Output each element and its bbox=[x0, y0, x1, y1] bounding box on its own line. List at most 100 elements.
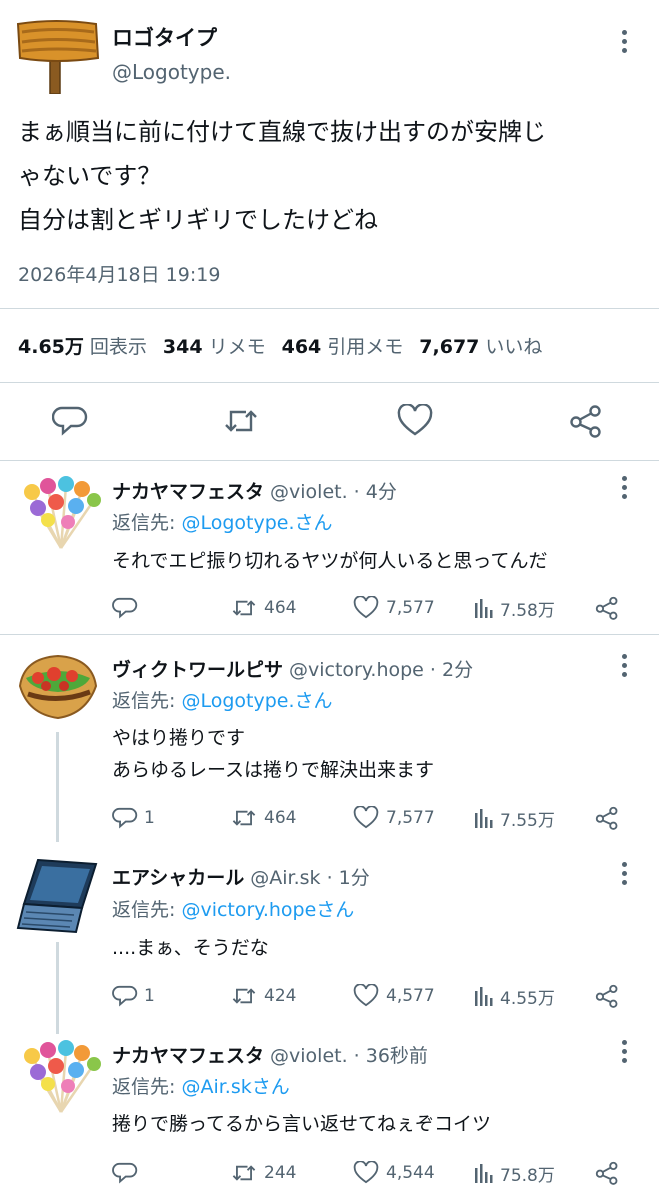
avatar[interactable] bbox=[16, 856, 102, 934]
share-button[interactable] bbox=[594, 593, 620, 623]
views-button[interactable]: 4.55万 bbox=[474, 981, 555, 1011]
like-count: 4,544 bbox=[386, 1163, 435, 1183]
likes-stat[interactable]: 7,677 いいね bbox=[419, 332, 542, 359]
reply-actions: 1 424 4,577 4.55万 bbox=[112, 981, 632, 1011]
reply-button[interactable]: 1 bbox=[112, 803, 155, 833]
repost-arrows-icon bbox=[232, 1165, 256, 1181]
repost-arrows-icon bbox=[232, 988, 256, 1004]
bar-chart-icon bbox=[475, 809, 493, 828]
bar-chart-icon bbox=[475, 599, 493, 618]
views-stat[interactable]: 4.65万 回表示 bbox=[18, 332, 147, 359]
avatar[interactable] bbox=[14, 18, 100, 95]
speech-bubble-icon bbox=[51, 406, 88, 436]
quote-value: 464 bbox=[281, 336, 322, 358]
author-name[interactable]: ヴィクトワールピサ bbox=[112, 659, 283, 681]
reply-text: それでエピ振り切れるヤツが何人いると思ってんだ bbox=[112, 545, 547, 577]
heart-icon bbox=[353, 596, 379, 619]
view-count: 4.55万 bbox=[500, 988, 555, 1009]
pita-sandwich-icon bbox=[18, 654, 98, 720]
like-button[interactable]: 4,577 bbox=[352, 981, 435, 1011]
wooden-sign-icon bbox=[16, 20, 100, 95]
repost-button[interactable] bbox=[222, 404, 260, 442]
reply-button[interactable] bbox=[112, 593, 144, 623]
reply-header: ナカヤマフェスタ @violet. · 4分 bbox=[112, 477, 397, 504]
reply-button[interactable]: 1 bbox=[112, 981, 155, 1011]
thread-connector bbox=[56, 732, 59, 842]
repost-count: 244 bbox=[264, 1163, 297, 1183]
author-name[interactable]: ナカヤマフェスタ bbox=[112, 481, 264, 503]
author-name[interactable]: ナカヤマフェスタ bbox=[112, 1045, 264, 1067]
views-button[interactable]: 75.8万 bbox=[474, 1158, 555, 1188]
author-handle[interactable]: @Air.sk · 1分 bbox=[250, 867, 370, 889]
like-button[interactable] bbox=[396, 403, 434, 442]
reply-context: 返信先: @victory.hopeさん bbox=[112, 895, 354, 922]
post-text-line: 自分は割とギリギリでしたけどね bbox=[18, 206, 378, 234]
remember-stat[interactable]: 344 リメモ bbox=[163, 332, 266, 359]
repost-arrows-icon bbox=[232, 600, 256, 616]
more-icon[interactable] bbox=[612, 472, 636, 502]
author-handle[interactable]: @victory.hope · 2分 bbox=[289, 659, 473, 681]
remember-value: 344 bbox=[162, 336, 203, 358]
share-nodes-icon bbox=[595, 984, 618, 1008]
repost-button[interactable]: 244 bbox=[230, 1158, 296, 1188]
reply-context: 返信先: @Logotype.さん bbox=[112, 508, 333, 535]
thread-connector bbox=[56, 942, 59, 1034]
author-handle[interactable]: @violet. · 4分 bbox=[270, 481, 397, 503]
like-count: 4,577 bbox=[386, 986, 435, 1006]
reply-text-line: あらゆるレースは捲りで解決出来ます bbox=[112, 759, 435, 781]
author-handle[interactable]: @violet. · 36秒前 bbox=[270, 1045, 428, 1067]
reply-button[interactable] bbox=[51, 404, 88, 442]
more-icon[interactable] bbox=[612, 1036, 636, 1066]
reply-button[interactable] bbox=[112, 1158, 144, 1188]
repost-arrows-icon bbox=[225, 410, 257, 432]
more-icon[interactable] bbox=[612, 858, 636, 888]
heart-icon bbox=[353, 1161, 379, 1184]
repost-count: 464 bbox=[264, 808, 297, 828]
reply-to-link[interactable]: @Logotype.さん bbox=[181, 690, 332, 712]
avatar[interactable] bbox=[18, 470, 104, 549]
repost-button[interactable]: 464 bbox=[230, 593, 296, 623]
quote-stat[interactable]: 464 引用メモ bbox=[282, 332, 404, 359]
post-text-line: まぁ順当に前に付けて直線で抜け出すのが安牌じ bbox=[18, 118, 546, 146]
like-button[interactable]: 7,577 bbox=[352, 803, 435, 833]
reply-to-link[interactable]: @victory.hopeさん bbox=[181, 899, 354, 921]
repost-count: 424 bbox=[264, 986, 297, 1006]
post-timestamp[interactable]: 2026年4月18日 19:19 bbox=[18, 260, 220, 287]
share-nodes-icon bbox=[595, 806, 618, 830]
avatar[interactable] bbox=[14, 648, 100, 724]
more-icon[interactable] bbox=[612, 26, 636, 56]
share-button[interactable] bbox=[594, 1158, 620, 1188]
divider bbox=[0, 634, 659, 635]
share-button[interactable] bbox=[594, 803, 620, 833]
like-button[interactable]: 7,577 bbox=[352, 593, 435, 623]
like-button[interactable]: 4,544 bbox=[352, 1158, 435, 1188]
share-button[interactable] bbox=[568, 404, 604, 442]
divider bbox=[0, 308, 659, 309]
lollipops-icon bbox=[24, 476, 101, 549]
reply-header: エアシャカール @Air.sk · 1分 bbox=[112, 863, 370, 890]
author-name[interactable]: エアシャカール bbox=[112, 867, 244, 889]
repost-button[interactable]: 424 bbox=[230, 981, 296, 1011]
reply-actions: 1 464 7,577 7.55万 bbox=[112, 803, 632, 833]
more-icon[interactable] bbox=[612, 650, 636, 680]
quote-label: 引用メモ bbox=[327, 336, 404, 358]
reply-context: 返信先: @Air.skさん bbox=[112, 1072, 290, 1099]
reply-to-link[interactable]: @Logotype.さん bbox=[181, 512, 332, 534]
likes-label: いいね bbox=[485, 336, 543, 358]
remember-label: リメモ bbox=[208, 336, 266, 358]
reply-to-link[interactable]: @Air.skさん bbox=[181, 1076, 289, 1098]
author-handle[interactable]: @Logotype. bbox=[112, 60, 231, 84]
avatar[interactable] bbox=[18, 1034, 104, 1113]
reply-text: ....まぁ、そうだな bbox=[112, 932, 269, 964]
post-text-line: ゃないです？ bbox=[18, 162, 162, 190]
repost-button[interactable]: 464 bbox=[230, 803, 296, 833]
reply-actions: 464 7,577 7.58万 bbox=[112, 593, 632, 623]
share-nodes-icon bbox=[595, 1161, 618, 1185]
share-button[interactable] bbox=[594, 981, 620, 1011]
author-name[interactable]: ロゴタイプ bbox=[112, 22, 217, 52]
views-value: 4.65万 bbox=[18, 336, 84, 358]
reply-context: 返信先: @Logotype.さん bbox=[112, 686, 333, 713]
reply-text-line: ....まぁ、そうだな bbox=[112, 937, 269, 959]
views-button[interactable]: 7.55万 bbox=[474, 803, 555, 833]
views-button[interactable]: 7.58万 bbox=[474, 593, 555, 623]
